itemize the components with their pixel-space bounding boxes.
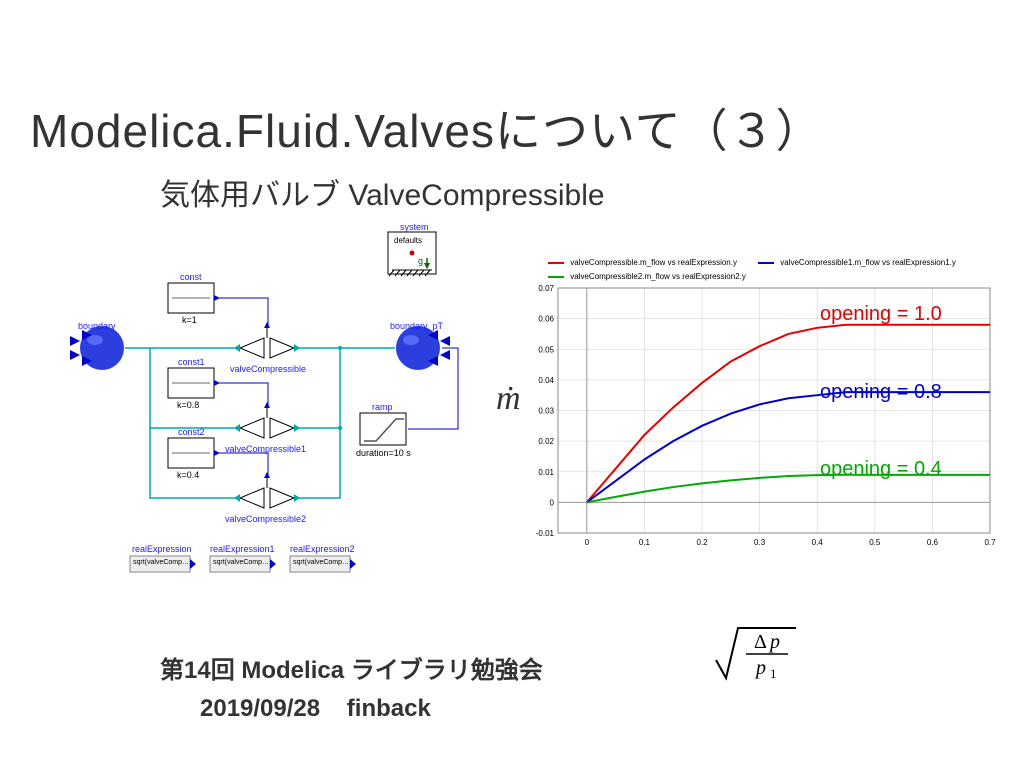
svg-text:p: p (754, 657, 766, 679)
annot-opening-08: opening = 0.8 (820, 381, 942, 404)
legend-series-2: valveCompressible1.m_flow vs realExpress… (758, 258, 956, 267)
svg-text:0.5: 0.5 (869, 538, 881, 547)
svg-text:0.2: 0.2 (696, 538, 708, 547)
label-valve2: valveCompressible2 (225, 514, 306, 524)
svg-text:0.05: 0.05 (538, 345, 554, 354)
svg-text:0.07: 0.07 (538, 284, 554, 293)
label-defaults: defaults (394, 236, 422, 245)
svg-text:0.03: 0.03 (538, 407, 554, 416)
symbol-mdot: ṁ (496, 380, 521, 418)
chart-mflow-vs-sqrt: valveCompressible.m_flow vs realExpressi… (520, 258, 1000, 558)
modelica-diagram: system defaults g boundary boundary_pT c… (30, 228, 490, 598)
label-const2: const2 (178, 427, 205, 437)
label-realexpr1: realExpression1 (210, 544, 275, 554)
label-boundary: boundary (78, 321, 116, 331)
svg-text:0: 0 (585, 538, 590, 547)
label-k1: k=1 (182, 315, 197, 325)
legend-series-1: valveCompressible.m_flow vs realExpressi… (548, 258, 737, 267)
label-sqrt2: sqrt(valveComp… (293, 559, 349, 566)
label-realexpr2: realExpression2 (290, 544, 355, 554)
svg-text:0.4: 0.4 (812, 538, 824, 547)
label-realexpr: realExpression (132, 544, 192, 554)
svg-text:0.02: 0.02 (538, 437, 554, 446)
label-ramp: ramp (372, 402, 393, 412)
label-valve1: valveCompressible1 (225, 444, 306, 454)
label-valve0: valveCompressible (230, 364, 306, 374)
svg-text:0.6: 0.6 (927, 538, 939, 547)
label-sqrt1: sqrt(valveComp… (213, 559, 269, 566)
page-title: Modelica.Fluid.Valvesについて（３） (30, 95, 823, 161)
annot-opening-1: opening = 1.0 (820, 303, 942, 326)
page-subtitle: 気体用バルブ ValveCompressible (160, 170, 605, 214)
label-duration: duration=10 s (356, 448, 411, 458)
svg-text:p: p (768, 631, 780, 653)
svg-text:1: 1 (770, 666, 777, 681)
equation-sqrt-dp-over-p1: Δ p p 1 (710, 620, 830, 690)
footer-event: 第14回 Modelica ライブラリ勉強会 (160, 650, 543, 685)
svg-text:Δ: Δ (754, 631, 767, 653)
svg-text:0.06: 0.06 (538, 315, 554, 324)
svg-text:0.7: 0.7 (984, 538, 996, 547)
label-k04: k=0.4 (177, 470, 199, 480)
svg-text:0.01: 0.01 (538, 468, 554, 477)
svg-text:0.3: 0.3 (754, 538, 766, 547)
label-sqrt0: sqrt(valveComp… (133, 559, 189, 566)
label-boundary-pt: boundary_pT (390, 321, 443, 331)
label-g: g (418, 256, 423, 266)
label-const1: const1 (178, 357, 205, 367)
label-k08: k=0.8 (177, 400, 199, 410)
svg-text:-0.01: -0.01 (536, 529, 555, 538)
svg-text:0: 0 (550, 498, 555, 507)
annot-opening-04: opening = 0.4 (820, 458, 942, 481)
footer-date-author: 2019/09/28 finback (200, 695, 431, 723)
label-const: const (180, 272, 202, 282)
svg-text:0.1: 0.1 (639, 538, 651, 547)
label-system: system (400, 222, 429, 232)
svg-text:0.04: 0.04 (538, 376, 554, 385)
